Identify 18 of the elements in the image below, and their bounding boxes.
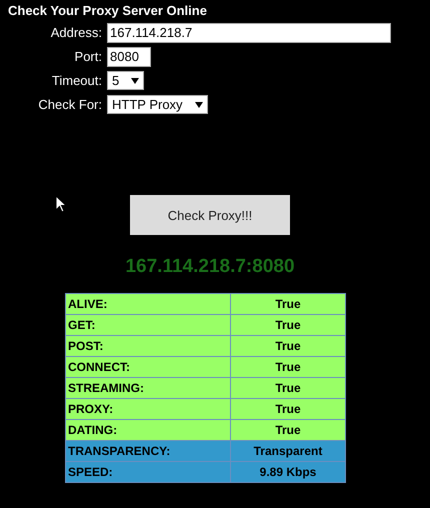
- result-name: ALIVE:: [66, 294, 230, 314]
- timeout-dropdown[interactable]: 5: [107, 71, 144, 90]
- caret-icon: [131, 78, 140, 84]
- result-value: 9.89 Kbps: [230, 462, 346, 482]
- result-value: True: [230, 294, 346, 314]
- result-name: SPEED:: [66, 462, 230, 482]
- check-for-label: Check For:: [37, 97, 103, 112]
- mouse-pointer-icon: [55, 195, 67, 213]
- address-label: Address:: [50, 25, 103, 40]
- address-field[interactable]: 167.114.218.7: [107, 22, 391, 42]
- check-for-dropdown[interactable]: HTTP Proxy: [107, 95, 208, 114]
- caret-icon: [194, 102, 203, 108]
- timeout-label: Timeout:: [50, 73, 103, 88]
- result-heading: 167.114.218.7:8080: [124, 256, 296, 278]
- check-proxy-button[interactable]: Check Proxy!!!: [130, 195, 290, 235]
- port-label: Port:: [74, 49, 103, 64]
- port-field[interactable]: 8080: [107, 46, 151, 66]
- page-title: Check Your Proxy Server Online: [7, 2, 208, 18]
